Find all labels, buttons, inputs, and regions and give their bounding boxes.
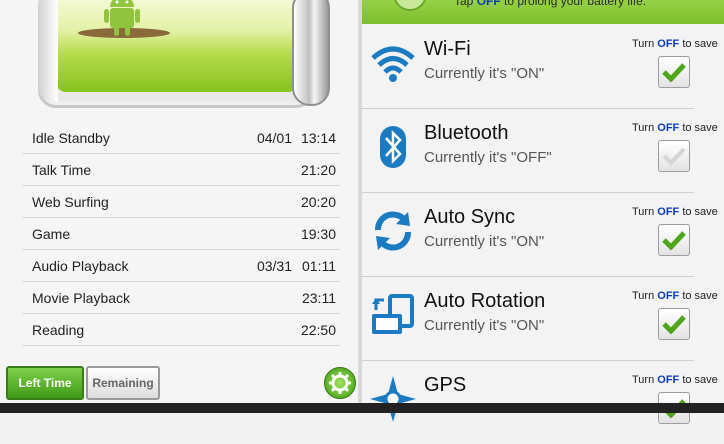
battery-cap	[292, 0, 330, 106]
stat-time: 13:14	[300, 129, 336, 146]
toggle-state: Currently it's "OFF"	[424, 149, 552, 166]
list-item: Movie Playback 23:11	[22, 282, 340, 314]
list-item: Talk Time 21:20	[22, 154, 340, 186]
stat-time: 23:11	[302, 289, 336, 306]
wifi-icon	[371, 46, 415, 82]
toggle-row-wifi[interactable]: Wi-Fi Currently it's "ON" Turn OFF to sa…	[362, 28, 718, 109]
list-item: Audio Playback 03/31 01:11	[22, 250, 340, 282]
gps-icon	[370, 376, 416, 422]
rotation-icon	[372, 294, 414, 334]
wifi-checkbox[interactable]	[658, 56, 690, 88]
check-icon	[662, 147, 686, 166]
toggle-row-bluetooth[interactable]: Bluetooth Currently it's "OFF" Turn OFF …	[362, 112, 718, 193]
sync-icon	[375, 211, 411, 251]
settings-gear-icon[interactable]	[324, 367, 356, 399]
bluetooth-checkbox[interactable]	[658, 140, 690, 172]
stat-time: 22:50	[300, 321, 336, 338]
usage-stats-list: Idle Standby 04/01 13:14 Talk Time 21:20 We…	[22, 122, 340, 346]
remaining-button[interactable]: Remaining	[86, 366, 160, 400]
toggle-hint: Turn OFF to save	[632, 290, 718, 302]
stat-time: 21:20	[300, 161, 336, 178]
tip-text: Tap OFF to prolong your battery life.	[454, 0, 646, 8]
toggle-name: GPS	[424, 374, 467, 396]
tip-suffix: to prolong your battery life.	[500, 0, 647, 8]
toggle-name: Wi-Fi	[424, 38, 471, 60]
stat-time: 20:20	[300, 193, 336, 210]
stat-label: Idle Standby	[32, 129, 110, 146]
toggle-state: Currently it's "ON"	[424, 233, 545, 250]
check-icon	[662, 315, 686, 334]
list-item: Idle Standby 04/01 13:14	[22, 122, 340, 154]
battery-graphic	[30, 0, 330, 108]
list-item: Web Surfing 20:20	[22, 186, 340, 218]
stat-time: 19:30	[300, 225, 336, 242]
android-mascot-icon	[104, 0, 140, 36]
bluetooth-icon	[380, 126, 406, 168]
stat-label: Talk Time	[32, 161, 92, 178]
toggle-row-autosync[interactable]: Auto Sync Currently it's "ON" Turn OFF t…	[362, 196, 718, 277]
stat-label: Reading	[32, 321, 85, 338]
left-time-button[interactable]: Left Time	[6, 366, 84, 400]
stat-label: Movie Playback	[32, 289, 131, 306]
stat-label: Audio Playback	[32, 257, 129, 274]
stat-time: 01:11	[302, 257, 336, 274]
stat-date: 04/01	[256, 129, 292, 146]
toggle-state: Currently it's "ON"	[424, 317, 545, 334]
list-item: Reading 22:50	[22, 314, 340, 346]
check-icon	[662, 231, 686, 250]
toggle-name: Auto Rotation	[424, 290, 546, 312]
tip-off: OFF	[476, 0, 501, 8]
list-item: Game 19:30	[22, 218, 340, 250]
toggle-hint: Turn OFF to save	[632, 38, 718, 50]
toggle-hint: Turn OFF to save	[632, 206, 718, 218]
stat-date: 03/31	[256, 257, 292, 274]
left-panel: Idle Standby 04/01 13:14 Talk Time 21:20 We…	[0, 0, 358, 413]
stat-label: Web Surfing	[32, 193, 109, 210]
check-icon	[662, 63, 686, 82]
toggle-state: Currently it's "ON"	[424, 65, 545, 82]
stat-label: Game	[32, 225, 71, 242]
toggle-row-autorotation[interactable]: Auto Rotation Currently it's "ON" Turn O…	[362, 280, 718, 361]
toggle-name: Auto Sync	[424, 206, 516, 228]
right-panel: Tap OFF to prolong your battery life. Wi…	[362, 0, 724, 424]
battery-tip-icon	[394, 0, 426, 11]
autosync-checkbox[interactable]	[658, 224, 690, 256]
toggle-name: Bluetooth	[424, 122, 509, 144]
tip-prefix: Tap	[454, 0, 477, 8]
toggle-hint: Turn OFF to save	[632, 374, 718, 386]
system-navigation-bar	[0, 403, 724, 413]
autorotation-checkbox[interactable]	[658, 308, 690, 340]
toggle-hint: Turn OFF to save	[632, 122, 718, 134]
